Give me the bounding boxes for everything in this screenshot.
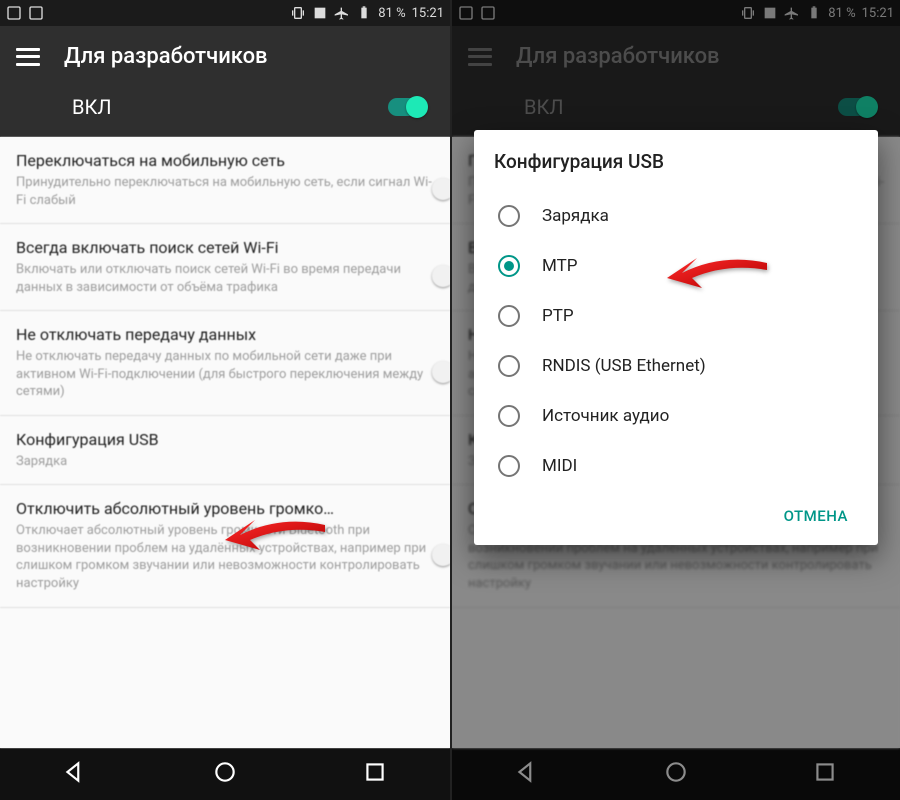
radio-option-audio[interactable]: Источник аудио (494, 391, 866, 441)
nav-recents-icon[interactable] (362, 759, 388, 789)
radio-option-ptp[interactable]: PTP (494, 291, 866, 341)
radio-icon (498, 405, 520, 427)
cancel-button[interactable]: ОТМЕНА (772, 499, 860, 533)
page-title: Для разработчиков (64, 44, 268, 69)
radio-icon (498, 305, 520, 327)
settings-list: Переключаться на мобильную сеть Принудит… (0, 137, 450, 748)
radio-label: MTP (542, 256, 577, 276)
radio-option-charging[interactable]: Зарядка (494, 191, 866, 241)
notif-icon-1 (6, 5, 22, 21)
radio-label: Источник аудио (542, 406, 669, 426)
radio-label: RNDIS (USB Ethernet) (542, 356, 706, 376)
master-toggle-row[interactable]: ВКЛ (0, 81, 450, 137)
setting-switch-to-cellular[interactable]: Переключаться на мобильную сеть Принудит… (0, 137, 450, 224)
usb-config-dialog: Конфигурация USB Зарядка MTP PTP RNDIS (… (474, 130, 878, 545)
status-bar: 81 % 15:21 (0, 0, 450, 26)
setting-abs-volume[interactable]: Отключить абсолютный уровень громко… Отк… (0, 485, 450, 607)
setting-usb-config[interactable]: Конфигурация USB Зарядка (0, 416, 450, 486)
nfc-icon (312, 5, 328, 21)
vibrate-icon (290, 5, 306, 21)
nav-bar (0, 748, 450, 800)
master-toggle-switch[interactable] (388, 98, 426, 116)
app-bar: Для разработчиков (0, 26, 450, 81)
master-toggle-label: ВКЛ (72, 95, 111, 119)
radio-icon (498, 355, 520, 377)
nav-back-icon[interactable] (62, 759, 88, 789)
notif-icon-2 (28, 5, 44, 21)
phone-right: 81 % 15:21 Для разработчиков ВКЛ Переклю… (450, 0, 900, 800)
radio-label: PTP (542, 306, 574, 326)
radio-option-rndis[interactable]: RNDIS (USB Ethernet) (494, 341, 866, 391)
radio-label: MIDI (542, 456, 577, 476)
battery-pct: 81 % (378, 6, 405, 21)
radio-icon (498, 455, 520, 477)
clock: 15:21 (412, 6, 444, 21)
radio-option-midi[interactable]: MIDI (494, 441, 866, 491)
setting-keep-data[interactable]: Не отключать передачу данных Не отключат… (0, 311, 450, 416)
menu-icon[interactable] (16, 48, 40, 66)
phone-left: 81 % 15:21 Для разработчиков ВКЛ Переклю… (0, 0, 450, 800)
dialog-title: Конфигурация USB (494, 150, 866, 173)
radio-icon (498, 205, 520, 227)
battery-icon (356, 5, 372, 21)
radio-icon (498, 255, 520, 277)
nav-home-icon[interactable] (212, 759, 238, 789)
radio-label: Зарядка (542, 206, 609, 226)
airplane-icon (334, 5, 350, 21)
radio-option-mtp[interactable]: MTP (494, 241, 866, 291)
setting-wifi-scan[interactable]: Всегда включать поиск сетей Wi-Fi Включа… (0, 224, 450, 311)
